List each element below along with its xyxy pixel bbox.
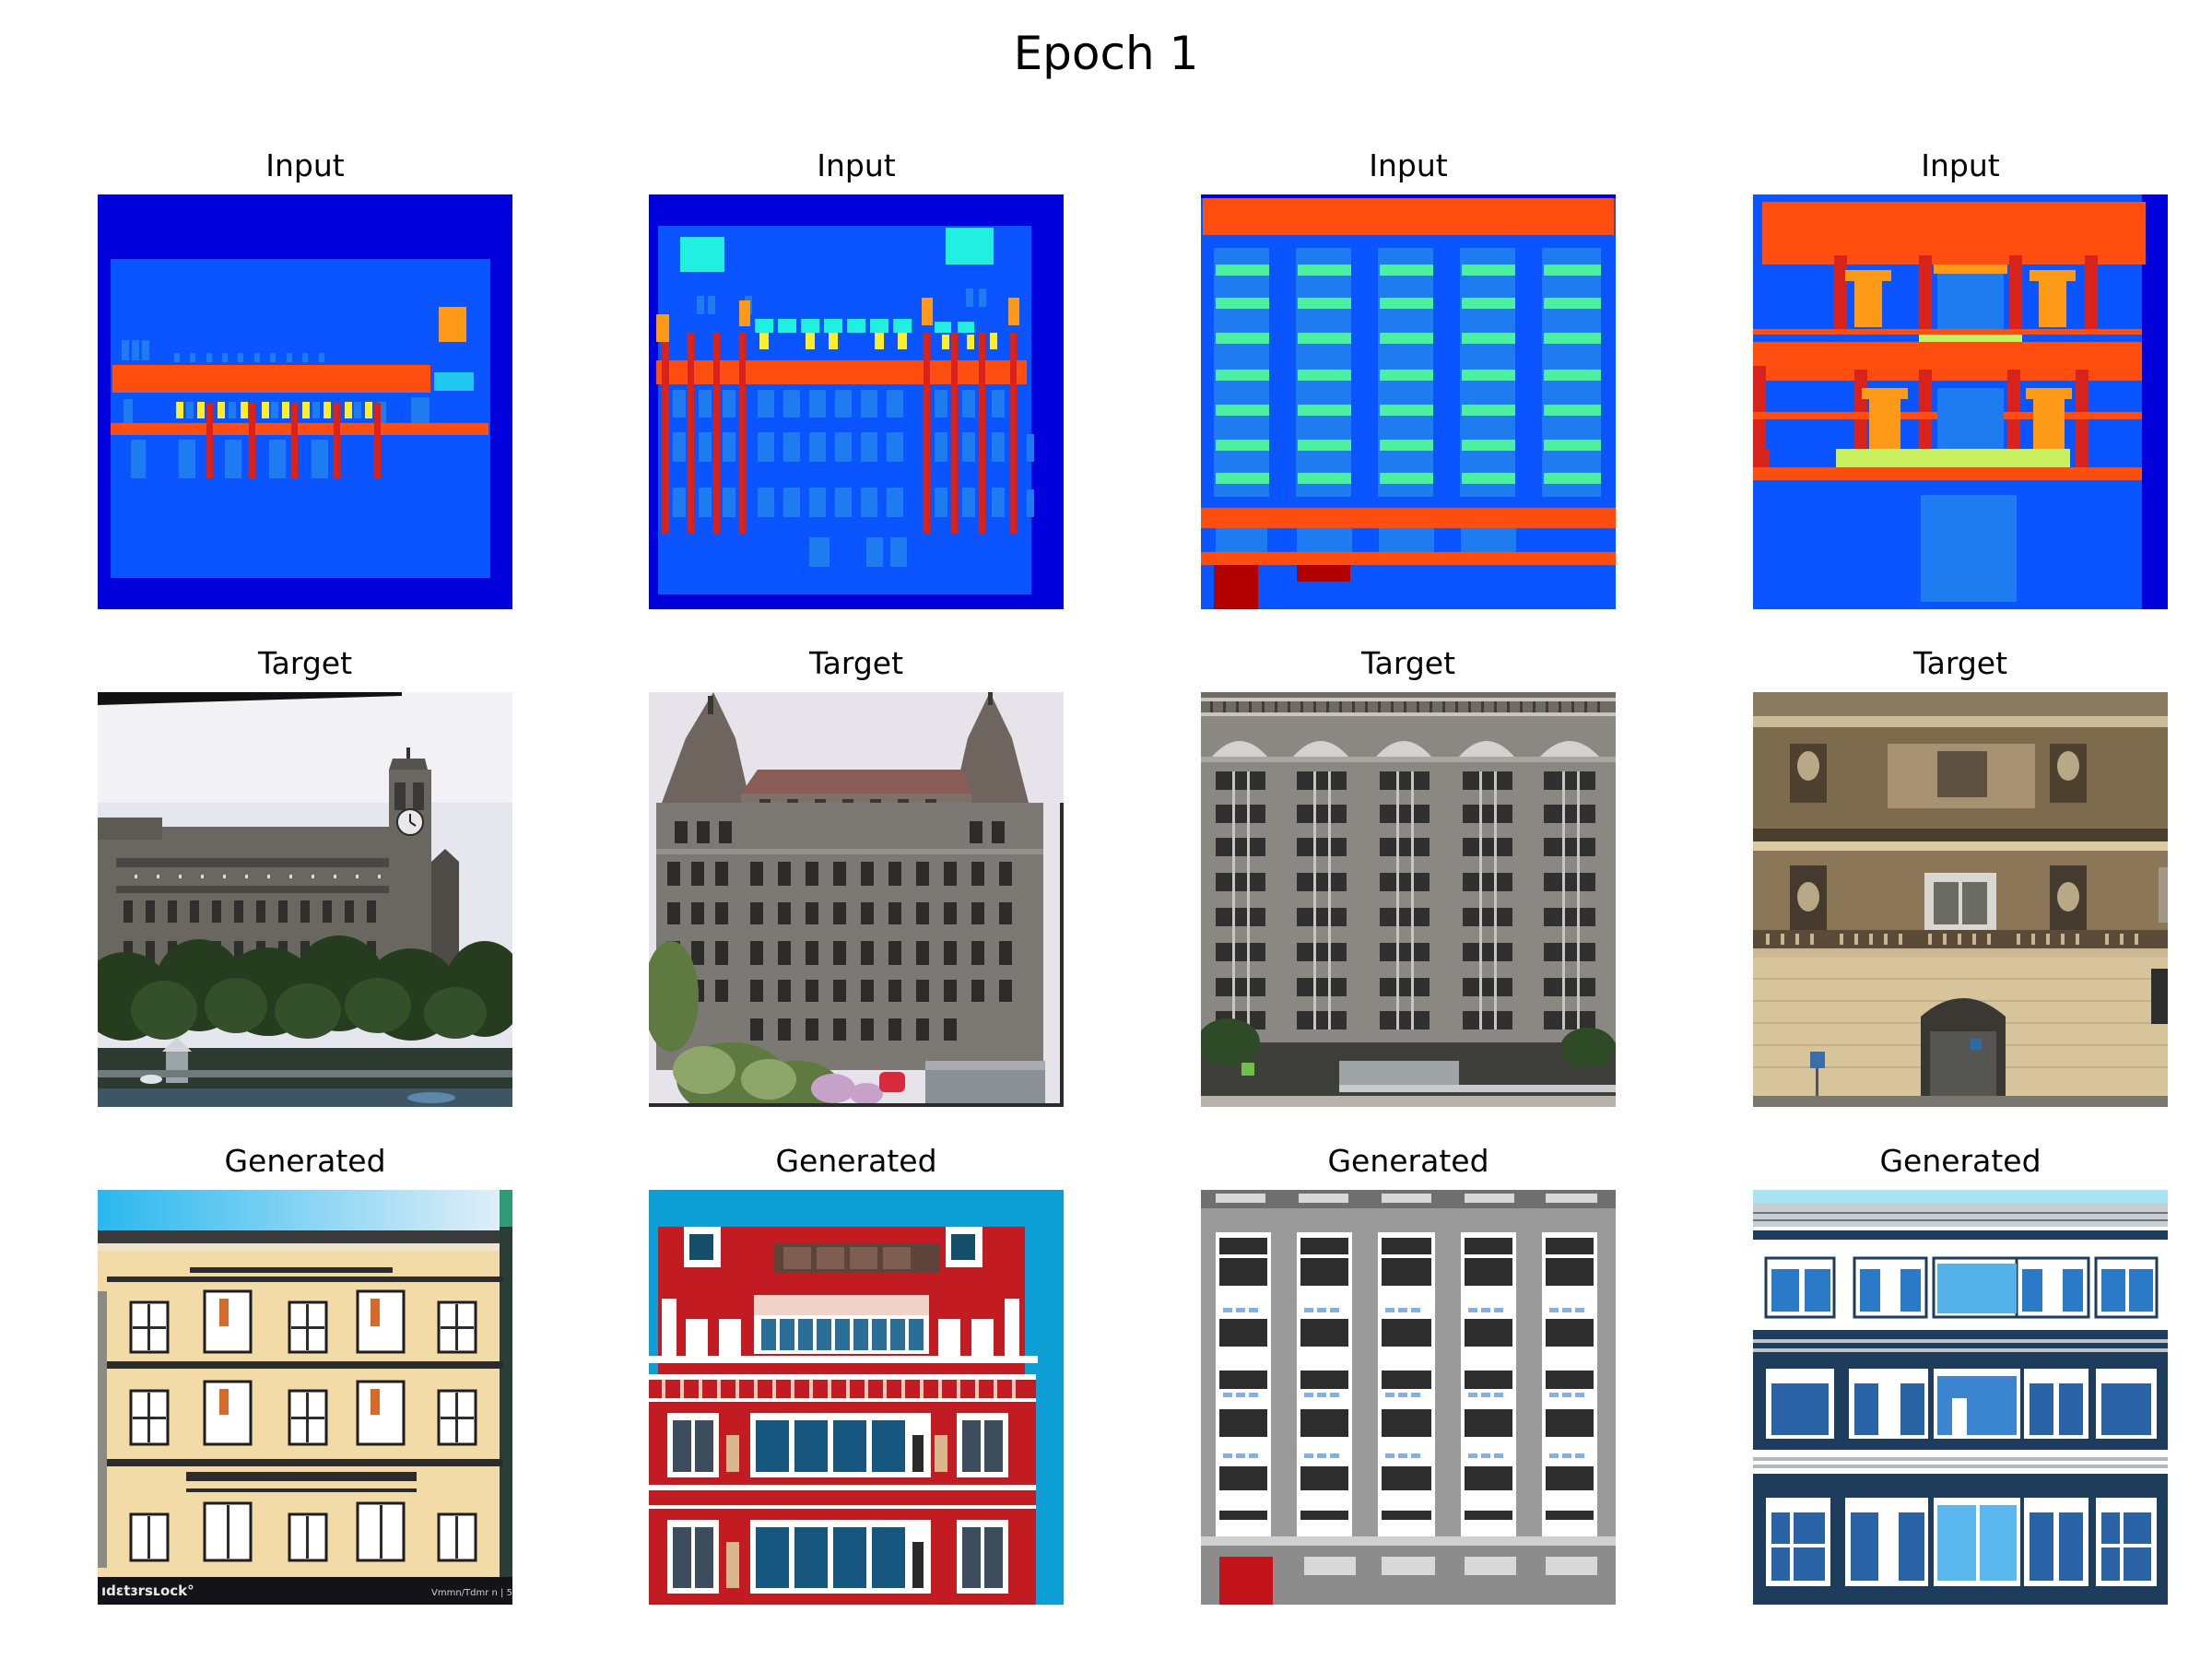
generated-image: ıdɛtɜrsʟock° Vmmn/Tdmr n | 5ft — [98, 1190, 512, 1605]
panel-title-target: Target — [1360, 645, 1456, 681]
input-label-map — [1753, 194, 2168, 609]
figure-title: Epoch 1 — [1013, 27, 1199, 80]
panel-title-input: Input — [1369, 147, 1448, 183]
generated-image — [1201, 1190, 1616, 1605]
panel-title-input: Input — [265, 147, 345, 183]
panel-title-generated: Generated — [1327, 1143, 1489, 1179]
watermark-left: ıdɛtɜrsʟock° — [101, 1583, 194, 1599]
input-label-map — [1201, 194, 1616, 609]
panel-title-target: Target — [257, 645, 353, 681]
panel-title-target: Target — [808, 645, 904, 681]
panel-title-target: Target — [1912, 645, 2008, 681]
panel-title-input: Input — [1921, 147, 2000, 183]
target-photo — [1201, 692, 1616, 1107]
panel-title-input: Input — [817, 147, 896, 183]
watermark-right: Vmmn/Tdmr n | 5ft — [431, 1588, 512, 1598]
panel-title-generated: Generated — [224, 1143, 386, 1179]
panel-title-generated: Generated — [1879, 1143, 2041, 1179]
panel-title-generated: Generated — [775, 1143, 937, 1179]
generated-image — [1753, 1190, 2168, 1605]
input-label-map — [98, 194, 512, 609]
target-photo — [649, 692, 1064, 1107]
generated-image — [649, 1190, 1064, 1605]
input-label-map — [649, 194, 1064, 609]
target-photo — [98, 692, 512, 1107]
target-photo — [1753, 692, 2168, 1107]
